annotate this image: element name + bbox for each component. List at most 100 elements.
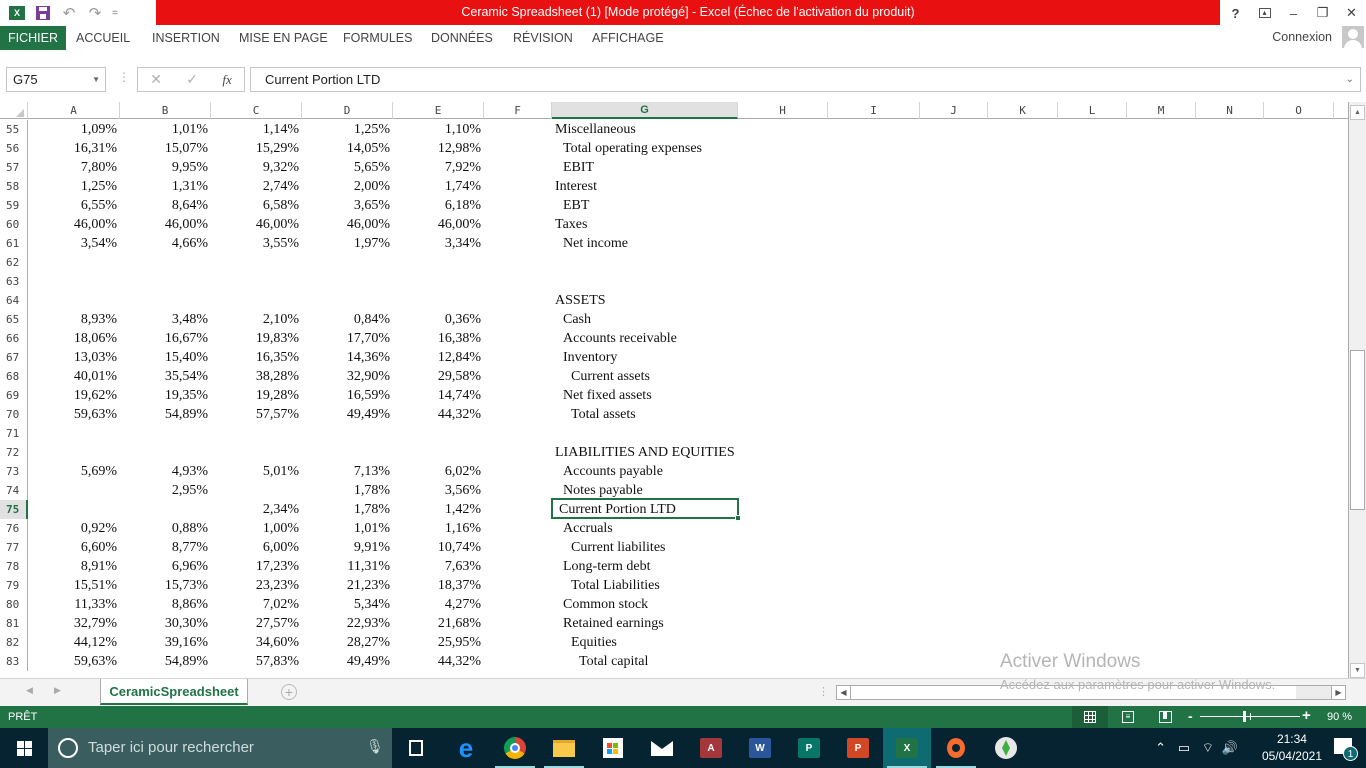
cell-g65[interactable]: Cash: [563, 310, 743, 329]
cell-d70[interactable]: 49,49%: [302, 405, 390, 424]
cell-g77[interactable]: Current liabilites: [571, 538, 751, 557]
cell-e70[interactable]: 44,32%: [393, 405, 481, 424]
row-header[interactable]: 57: [0, 158, 28, 177]
cell-a75[interactable]: [28, 500, 117, 519]
cell-c65[interactable]: 2,10%: [211, 310, 299, 329]
cell-e80[interactable]: 4,27%: [393, 595, 481, 614]
cell-a76[interactable]: 0,92%: [28, 519, 117, 538]
cell-a55[interactable]: 1,09%: [28, 120, 117, 139]
row-header[interactable]: 79: [0, 576, 28, 595]
cell-g73[interactable]: Accounts payable: [563, 462, 743, 481]
tab-revision[interactable]: RÉVISION: [505, 26, 581, 50]
cell-b72[interactable]: [120, 443, 208, 462]
cell-a73[interactable]: 5,69%: [28, 462, 117, 481]
cell-d71[interactable]: [302, 424, 390, 443]
cell-c67[interactable]: 16,35%: [211, 348, 299, 367]
sign-in-link[interactable]: Connexion: [1272, 26, 1332, 50]
cell-g81[interactable]: Retained earnings: [563, 614, 743, 633]
column-header-c[interactable]: C: [211, 102, 302, 119]
cell-c79[interactable]: 23,23%: [211, 576, 299, 595]
cell-b64[interactable]: [120, 291, 208, 310]
worksheet-grid[interactable]: ABCDEFGHIJKLMNO 55 1,09% 1,01% 1,14% 1,25% 1,…: [0, 102, 1366, 678]
column-header-d[interactable]: D: [302, 102, 393, 119]
taskbar-sims[interactable]: [982, 728, 1030, 768]
zoom-slider-thumb[interactable]: [1242, 711, 1246, 722]
cell-d80[interactable]: 5,34%: [302, 595, 390, 614]
sheet-tab-ceramicspreadsheet[interactable]: CeramicSpreadsheet: [100, 679, 248, 705]
column-header-l[interactable]: L: [1058, 102, 1127, 119]
cell-b66[interactable]: 16,67%: [120, 329, 208, 348]
cell-g78[interactable]: Long-term debt: [563, 557, 743, 576]
normal-view-button[interactable]: [1072, 706, 1108, 728]
cell-a70[interactable]: 59,63%: [28, 405, 117, 424]
select-all-button[interactable]: [0, 102, 28, 119]
cell-e81[interactable]: 21,68%: [393, 614, 481, 633]
cell-b71[interactable]: [120, 424, 208, 443]
cell-b83[interactable]: 54,89%: [120, 652, 208, 671]
row-header[interactable]: 71: [0, 424, 28, 443]
row-header[interactable]: 74: [0, 481, 28, 500]
fill-handle[interactable]: [735, 515, 741, 521]
column-header-f[interactable]: F: [484, 102, 552, 119]
cell-d55[interactable]: 1,25%: [302, 120, 390, 139]
cell-e55[interactable]: 1,10%: [393, 120, 481, 139]
tab-donnees[interactable]: DONNÉES: [423, 26, 501, 50]
zoom-out-button[interactable]: -: [1188, 706, 1193, 726]
column-header-i[interactable]: I: [828, 102, 920, 119]
cell-d58[interactable]: 2,00%: [302, 177, 390, 196]
cell-c55[interactable]: 1,14%: [211, 120, 299, 139]
cell-e65[interactable]: 0,36%: [393, 310, 481, 329]
cell-b56[interactable]: 15,07%: [120, 139, 208, 158]
row-header[interactable]: 61: [0, 234, 28, 253]
cell-a58[interactable]: 1,25%: [28, 177, 117, 196]
cell-e56[interactable]: 12,98%: [393, 139, 481, 158]
cell-b79[interactable]: 15,73%: [120, 576, 208, 595]
tab-accueil[interactable]: ACCUEIL: [68, 26, 138, 50]
tab-affichage[interactable]: AFFICHAGE: [584, 26, 672, 50]
cell-d63[interactable]: [302, 272, 390, 291]
cell-g69[interactable]: Net fixed assets: [563, 386, 743, 405]
cell-a83[interactable]: 59,63%: [28, 652, 117, 671]
row-header[interactable]: 83: [0, 652, 28, 671]
clock[interactable]: 21:34 05/04/2021: [1262, 731, 1322, 765]
taskbar-publisher[interactable]: P: [785, 728, 833, 768]
cell-e58[interactable]: 1,74%: [393, 177, 481, 196]
cell-b57[interactable]: 9,95%: [120, 158, 208, 177]
cell-b55[interactable]: 1,01%: [120, 120, 208, 139]
row-header[interactable]: 66: [0, 329, 28, 348]
cell-c76[interactable]: 1,00%: [211, 519, 299, 538]
cell-e57[interactable]: 7,92%: [393, 158, 481, 177]
show-hidden-icons[interactable]: ⌃: [1155, 728, 1166, 768]
save-button[interactable]: [32, 2, 54, 24]
undo-button[interactable]: ↶: [58, 2, 80, 24]
insert-function-icon[interactable]: fx: [222, 72, 231, 88]
cell-b63[interactable]: [120, 272, 208, 291]
cell-d59[interactable]: 3,65%: [302, 196, 390, 215]
cell-d61[interactable]: 1,97%: [302, 234, 390, 253]
cell-c68[interactable]: 38,28%: [211, 367, 299, 386]
row-header[interactable]: 76: [0, 519, 28, 538]
row-header[interactable]: 77: [0, 538, 28, 557]
column-header-o[interactable]: O: [1264, 102, 1334, 119]
cell-b70[interactable]: 54,89%: [120, 405, 208, 424]
cancel-icon[interactable]: ✕: [150, 71, 162, 88]
cell-d68[interactable]: 32,90%: [302, 367, 390, 386]
cell-a77[interactable]: 6,60%: [28, 538, 117, 557]
tab-insertion[interactable]: INSERTION: [144, 26, 228, 50]
restore-button[interactable]: ❐: [1308, 0, 1337, 26]
cell-a81[interactable]: 32,79%: [28, 614, 117, 633]
cell-c63[interactable]: [211, 272, 299, 291]
row-header[interactable]: 81: [0, 614, 28, 633]
cell-a82[interactable]: 44,12%: [28, 633, 117, 652]
scroll-right-icon[interactable]: ▶: [1331, 686, 1345, 699]
zoom-slider[interactable]: [1200, 711, 1300, 722]
formula-bar-resize-handle[interactable]: ⋮: [118, 70, 130, 84]
cell-g82[interactable]: Equities: [571, 633, 751, 652]
taskbar-word[interactable]: W: [736, 728, 784, 768]
cell-d77[interactable]: 9,91%: [302, 538, 390, 557]
cell-c56[interactable]: 15,29%: [211, 139, 299, 158]
cell-d83[interactable]: 49,49%: [302, 652, 390, 671]
cell-d69[interactable]: 16,59%: [302, 386, 390, 405]
taskbar-file-explorer[interactable]: [540, 728, 588, 768]
cell-e60[interactable]: 46,00%: [393, 215, 481, 234]
